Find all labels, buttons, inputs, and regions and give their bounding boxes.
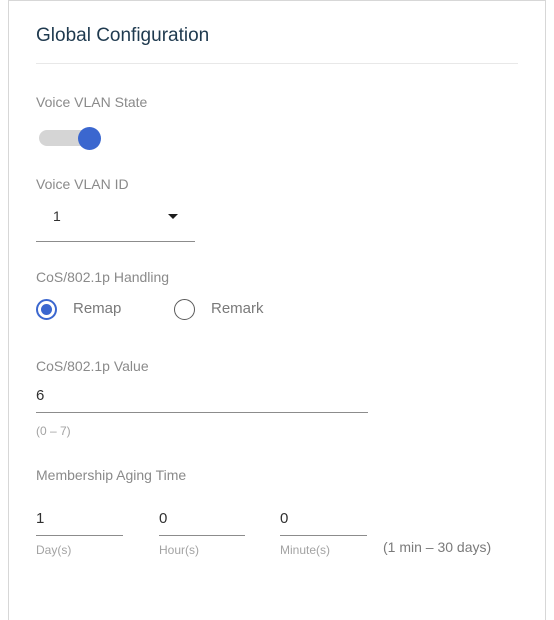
global-configuration-panel: Global Configuration Voice VLAN State Vo… [8, 0, 546, 620]
voice-vlan-id-value: 1 [53, 208, 61, 224]
title-divider [36, 63, 518, 64]
radio-checked-icon [36, 299, 57, 320]
radio-remap-label: Remap [73, 300, 122, 317]
voice-vlan-id-select[interactable]: 1 [36, 201, 195, 242]
radio-remark[interactable]: Remark [174, 299, 284, 323]
radio-remark-label: Remark [211, 300, 264, 317]
voice-vlan-state-label: Voice VLAN State [36, 94, 148, 110]
aging-time-label: Membership Aging Time [36, 467, 187, 483]
toggle-knob [78, 127, 101, 150]
chevron-down-icon [168, 214, 178, 219]
panel-title: Global Configuration [36, 25, 210, 46]
cos-value-label: CoS/802.1p Value [36, 358, 149, 374]
cos-value-input[interactable] [36, 385, 368, 413]
aging-hour-input[interactable] [159, 508, 245, 536]
voice-vlan-id-label: Voice VLAN ID [36, 176, 129, 192]
radio-unchecked-icon [174, 299, 195, 320]
voice-vlan-state-toggle[interactable] [39, 127, 103, 150]
radio-remap[interactable]: Remap [36, 299, 136, 323]
aging-day-input[interactable] [36, 508, 123, 536]
cos-handling-label: CoS/802.1p Handling [36, 269, 170, 285]
aging-minute-input[interactable] [280, 508, 367, 536]
cos-value-range-hint: (0 – 7) [36, 424, 71, 438]
aging-hour-unit: Hour(s) [159, 543, 200, 557]
aging-time-range-hint: (1 min – 30 days) [383, 539, 492, 555]
aging-day-unit: Day(s) [36, 543, 72, 557]
aging-minute-unit: Minute(s) [280, 543, 331, 557]
